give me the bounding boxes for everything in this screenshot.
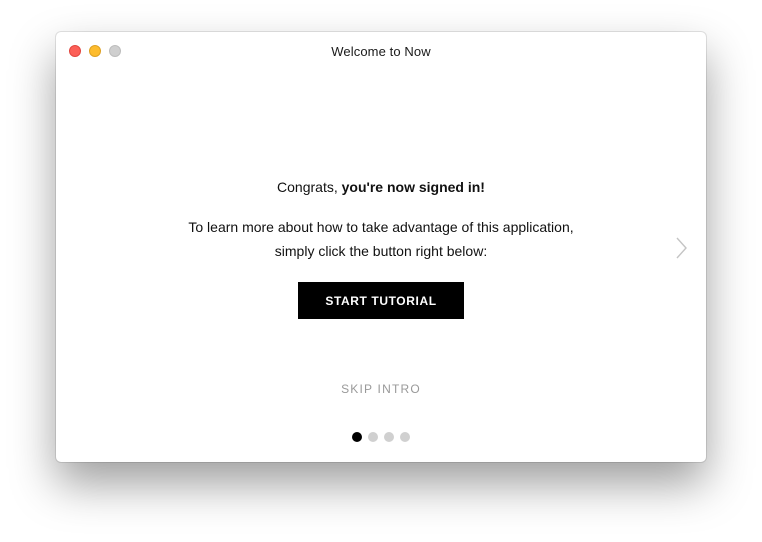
headline-bold: you're now signed in! (341, 179, 485, 195)
page-indicator (352, 432, 416, 442)
start-tutorial-button[interactable]: START TUTORIAL (298, 282, 464, 319)
headline-prefix: Congrats, (277, 179, 342, 195)
page-dot-3[interactable] (384, 432, 394, 442)
intro-text-line-2: simply click the button right below: (274, 243, 488, 259)
chevron-right-icon (676, 237, 687, 259)
page-dot-4[interactable] (400, 432, 410, 442)
page-dot-1[interactable] (352, 432, 362, 442)
headline: Congrats, you're now signed in! (56, 179, 706, 195)
intro-text-line-1: To learn more about how to take advantag… (188, 219, 574, 235)
window-title: Welcome to Now (331, 44, 431, 59)
welcome-window: Welcome to Now Congrats, you're now sign… (56, 32, 706, 462)
intro-text: To learn more about how to take advantag… (56, 215, 706, 263)
page-dot-2[interactable] (368, 432, 378, 442)
next-page-button[interactable] (672, 235, 690, 261)
skip-intro-link[interactable]: SKIP INTRO (56, 382, 706, 396)
title-bar[interactable]: Welcome to Now (56, 32, 706, 70)
